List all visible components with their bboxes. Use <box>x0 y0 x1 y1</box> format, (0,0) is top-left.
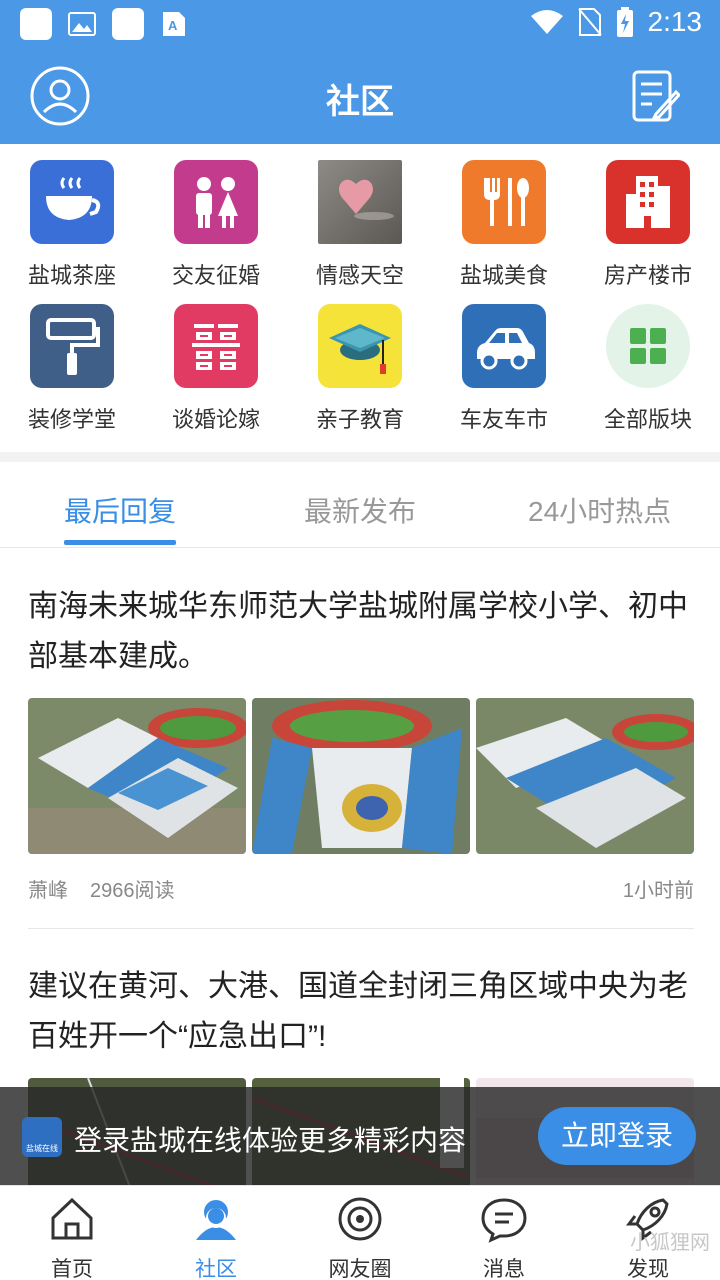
category-label: 交友征婚 <box>171 263 260 288</box>
post-item[interactable]: 南海未来城华东师范大学盐城附属学校小学、初中部基本建成。 萧峰 2966阅读 1… <box>28 582 694 904</box>
category-label: 盐城茶座 <box>27 263 116 288</box>
category-label: 盐城美食 <box>459 263 548 288</box>
nav-community[interactable]: 社区 <box>144 1194 288 1280</box>
couple-icon <box>174 160 258 244</box>
category-tea[interactable]: 盐城茶座 <box>0 144 144 288</box>
new-post-button[interactable] <box>632 70 682 124</box>
image-notification-icon <box>66 8 98 40</box>
category-all[interactable]: 全部版块 <box>576 288 720 432</box>
active-tab-indicator <box>64 540 176 545</box>
notification-app-icon <box>20 8 52 40</box>
category-label: 情感天空 <box>315 263 404 288</box>
home-icon <box>51 1197 93 1240</box>
graduation-cap-icon <box>318 304 402 388</box>
feed-tabs: 最后回复 最新发布 24小时热点 <box>0 462 720 548</box>
bottom-navigation: 首页 社区 网友圈 消息 发现 <box>0 1185 720 1280</box>
category-decoration[interactable]: 装修学堂 <box>0 288 144 432</box>
category-education[interactable]: 亲子教育 <box>288 288 432 432</box>
post-image[interactable] <box>28 698 246 854</box>
category-emotion[interactable]: 情感天空 <box>288 144 432 288</box>
tab-24h-hot[interactable]: 24小时热点 <box>528 490 671 530</box>
notification-square-icon <box>112 8 144 40</box>
post-meta: 萧峰 2966阅读 1小时前 <box>28 874 694 904</box>
section-divider <box>0 452 720 462</box>
post-time: 1小时前 <box>622 880 694 902</box>
message-icon <box>481 1198 527 1243</box>
watermark: 小狐狸网 <box>630 1230 710 1254</box>
category-label: 车友车市 <box>459 407 548 432</box>
post-author[interactable]: 萧峰 <box>28 874 68 903</box>
post-read-count: 2966阅读 <box>90 880 175 902</box>
category-grid: 盐城茶座 交友征婚 情感天空 盐城美食 房产楼市 装修学堂 谈婚论嫁 亲子教育 … <box>0 144 720 452</box>
category-wedding[interactable]: 谈婚论嫁 <box>144 288 288 432</box>
post-divider <box>28 928 694 929</box>
building-icon <box>606 160 690 244</box>
tea-cup-icon <box>30 160 114 244</box>
category-label: 谈婚论嫁 <box>171 407 260 432</box>
category-dating[interactable]: 交友征婚 <box>144 144 288 288</box>
post-image[interactable] <box>252 698 470 854</box>
no-sim-icon <box>577 8 602 36</box>
category-realestate[interactable]: 房产楼市 <box>576 144 720 288</box>
svg-text:A: A <box>168 18 178 33</box>
clock: 2:13 <box>647 6 703 37</box>
grid-icon <box>606 304 690 388</box>
community-icon <box>196 1200 236 1240</box>
category-label: 装修学堂 <box>27 407 116 432</box>
app-header: 社区 <box>0 48 720 144</box>
nav-friends-circle[interactable]: 网友圈 <box>288 1194 432 1280</box>
wifi-icon <box>530 10 563 34</box>
page-title: 社区 <box>326 83 394 121</box>
login-button[interactable]: 立即登录 <box>538 1107 696 1165</box>
post-images <box>28 698 694 854</box>
status-bar: A 2:13 <box>0 0 720 48</box>
tab-last-reply[interactable]: 最后回复 <box>64 490 176 530</box>
circle-icon <box>338 1197 382 1241</box>
post-title: 南海未来城华东师范大学盐城附属学校小学、初中部基本建成。 <box>28 590 688 673</box>
tab-latest[interactable]: 最新发布 <box>304 490 416 530</box>
double-happiness-icon <box>174 304 258 388</box>
car-icon <box>462 304 546 388</box>
paint-roller-icon <box>30 304 114 388</box>
app-logo: 盐城在线 <box>22 1117 62 1157</box>
nav-messages[interactable]: 消息 <box>432 1194 576 1280</box>
edit-note-icon <box>632 70 682 122</box>
category-label: 全部版块 <box>603 407 692 432</box>
nav-home[interactable]: 首页 <box>0 1194 144 1280</box>
post-title: 建议在黄河、大港、国道全封闭三角区域中央为老百姓开一个“应急出口”! <box>28 970 688 1053</box>
font-notification-icon: A <box>158 8 190 40</box>
login-prompt-banner: 盐城在线 登录盐城在线体验更多精彩内容 立即登录 <box>0 1087 720 1185</box>
category-label: 亲子教育 <box>315 407 404 432</box>
login-prompt-text: 登录盐城在线体验更多精彩内容 <box>74 1125 467 1156</box>
heart-photo-icon <box>318 160 402 244</box>
battery-charging-icon <box>616 7 633 37</box>
category-label: 房产楼市 <box>603 263 692 288</box>
category-cars[interactable]: 车友车市 <box>432 288 576 432</box>
category-food[interactable]: 盐城美食 <box>432 144 576 288</box>
post-image[interactable] <box>476 698 694 854</box>
cutlery-icon <box>462 160 546 244</box>
